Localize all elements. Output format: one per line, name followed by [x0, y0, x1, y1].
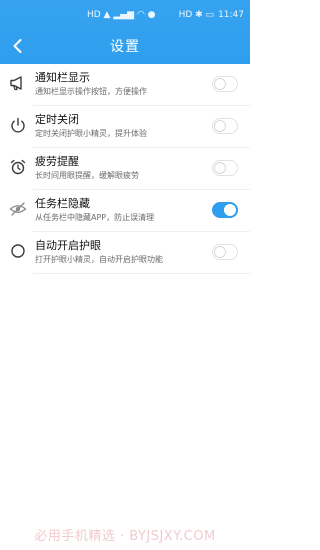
setting-subtitle: 长时间用眼提醒，缓解眼疲劳	[35, 171, 139, 180]
status-bar-left: HD ▲ ▂▄▆ ◠ ●	[87, 8, 156, 22]
radio-icon	[11, 244, 25, 258]
toggle-knob	[214, 78, 226, 90]
status-bar-right: HD ✱ ▭ 11:47	[179, 8, 244, 22]
toggle-knob	[224, 204, 236, 216]
megaphone-icon	[10, 76, 22, 91]
notification-bar-toggle[interactable]	[212, 76, 238, 92]
app-header: HD ▲ ▂▄▆ ◠ ● HD ✱ ▭ 11:47 设置	[0, 0, 250, 64]
setting-title: 任务栏隐藏	[35, 197, 90, 210]
status-indicators-right: HD ✱ ▭	[178, 10, 215, 20]
page-title: 设置	[110, 39, 140, 55]
alarm-clock-icon	[10, 159, 26, 175]
setting-subtitle: 从任务栏中隐藏APP，防止误清理	[35, 213, 155, 222]
status-time: 11:47	[218, 10, 244, 20]
setting-title: 通知栏显示	[35, 71, 90, 84]
setting-row-auto-eye-protection[interactable]: 自动开启护眼 打开护眼小精灵，自动开启护眼功能	[0, 232, 250, 274]
setting-title: 疲劳提醒	[35, 155, 79, 168]
fatigue-reminder-toggle[interactable]	[212, 160, 238, 176]
hide-from-taskbar-toggle[interactable]	[212, 202, 238, 218]
setting-title: 定时关闭	[35, 113, 79, 126]
setting-subtitle: 定时关闭护眼小精灵，提升体验	[35, 129, 147, 138]
watermark-text: 必用手机精选 · BYJSJXY.COM	[34, 529, 216, 544]
setting-row-fatigue-reminder[interactable]: 疲劳提醒 长时间用眼提醒，缓解眼疲劳	[0, 148, 250, 190]
setting-row-notification-bar[interactable]: 通知栏显示 通知栏显示操作按钮，方便操作	[0, 64, 250, 106]
title-bar: 设置	[0, 30, 250, 62]
eye-hidden-icon	[9, 202, 27, 216]
status-indicators: HD ▲ ▂▄▆ ◠ ●	[87, 10, 156, 20]
toggle-knob	[214, 246, 226, 258]
settings-list: 通知栏显示 通知栏显示操作按钮，方便操作 定时关闭 定时关闭护眼小精灵，提升体验…	[0, 64, 250, 274]
setting-row-hide-from-taskbar[interactable]: 任务栏隐藏 从任务栏中隐藏APP，防止误清理	[0, 190, 250, 232]
auto-eye-protection-toggle[interactable]	[212, 244, 238, 260]
toggle-knob	[214, 120, 226, 132]
setting-title: 自动开启护眼	[35, 239, 101, 252]
setting-subtitle: 打开护眼小精灵，自动开启护眼功能	[35, 255, 163, 264]
power-icon	[11, 117, 25, 133]
timed-close-toggle[interactable]	[212, 118, 238, 134]
setting-subtitle: 通知栏显示操作按钮，方便操作	[35, 87, 147, 96]
setting-row-timed-close[interactable]: 定时关闭 定时关闭护眼小精灵，提升体验	[0, 106, 250, 148]
toggle-knob	[214, 162, 226, 174]
